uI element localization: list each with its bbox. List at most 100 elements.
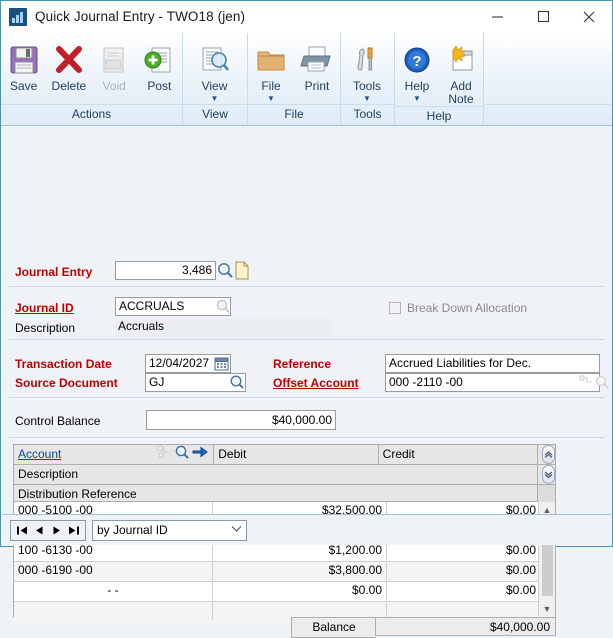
file-button[interactable]: File ▼ (248, 37, 294, 103)
journal-entry-input[interactable]: 3,486 (115, 261, 216, 280)
journal-id-lookup-icon-disabled (214, 298, 232, 318)
double-chevron-up-icon (542, 445, 555, 464)
row-account[interactable] (14, 602, 212, 620)
view-label: View (202, 80, 228, 93)
table-row[interactable]: 000 -6190 -00 $3,800.00 $0.00 (14, 562, 555, 582)
source-document-label: Source Document (15, 376, 118, 390)
chevron-down-icon[interactable]: ▼ (363, 94, 371, 103)
ribbon-group-label-file: File (248, 104, 340, 125)
form-body: Journal Entry 3,486 Break Down Allocatio… (1, 126, 612, 241)
ribbon-group-label-view: View (183, 104, 247, 125)
row-debit[interactable]: $3,800.00 (212, 562, 386, 580)
add-note-button[interactable]: Add Note (439, 37, 483, 106)
reference-label: Reference (273, 357, 331, 371)
journal-id-label[interactable]: Journal ID (15, 301, 74, 315)
break-down-allocation-checkbox[interactable] (389, 302, 401, 317)
divider-4 (9, 437, 604, 438)
sort-by-value: by Journal ID (97, 523, 168, 537)
grid-scroll-down-button[interactable] (537, 465, 555, 484)
control-balance-input[interactable]: $40,000.00 (146, 410, 336, 430)
grid-header-account[interactable]: Account (14, 445, 153, 464)
ribbon-group-label-actions: Actions (1, 104, 182, 125)
grid-account-lookup-icon[interactable] (174, 445, 190, 464)
table-row[interactable]: - - $0.00 $0.00 (14, 582, 555, 602)
nav-first-icon[interactable] (14, 521, 31, 539)
grid-header-description[interactable]: Description (14, 465, 537, 484)
window-title: Quick Journal Entry - TWO18 (jen) (35, 9, 245, 24)
ribbon-group-view: View ▼ View (182, 33, 247, 125)
window-controls (474, 1, 612, 32)
note-document-icon[interactable] (234, 261, 250, 283)
minimize-icon[interactable] (474, 1, 520, 32)
print-button[interactable]: Print (294, 37, 340, 93)
ribbon-group-label-help: Help (395, 106, 483, 126)
nav-next-icon[interactable] (48, 521, 65, 539)
void-label: Void (102, 80, 125, 93)
ribbon-empty-area (483, 33, 612, 125)
grid-header-account-icons (153, 445, 213, 464)
blue-arrow-goto-icon[interactable] (192, 445, 208, 464)
nav-last-icon[interactable] (65, 521, 82, 539)
add-note-icon (445, 40, 477, 80)
grid-header-account-label[interactable]: Account (18, 447, 61, 461)
chevron-down-icon[interactable]: ▼ (413, 94, 421, 103)
row-credit[interactable]: $0.00 (386, 582, 540, 600)
row-debit[interactable]: $0.00 (212, 582, 386, 600)
tools-wrench-screwdriver-icon (351, 40, 383, 80)
chevron-down-icon[interactable]: ▼ (211, 94, 219, 103)
row-credit[interactable]: $0.00 (386, 562, 540, 580)
scroll-down-arrow-icon[interactable]: ▼ (543, 601, 552, 616)
journal-id-label-text: Journal ID (15, 301, 74, 315)
sort-by-select[interactable]: by Journal ID (92, 520, 247, 541)
ribbon-group-tools: Tools ▼ Tools (340, 33, 394, 125)
help-button[interactable]: ? Help ▼ (395, 37, 439, 103)
row-account[interactable]: - - (14, 582, 212, 600)
control-balance-label: Control Balance (15, 414, 100, 428)
source-document-lookup-icon[interactable] (228, 374, 246, 394)
folder-icon (255, 40, 287, 80)
divider-2 (9, 339, 604, 340)
ribbon-group-help: ? Help ▼ Add Note (394, 33, 483, 125)
void-document-icon (97, 40, 131, 80)
tools-label: Tools (353, 80, 381, 93)
grid-header-row-description: Description (14, 465, 555, 485)
balance-label: Balance (291, 617, 376, 638)
post-plus-document-icon (142, 40, 176, 80)
print-label: Print (305, 80, 330, 93)
view-button[interactable]: View ▼ (183, 37, 246, 103)
ribbon-group-label-tools: Tools (341, 104, 394, 125)
delete-button[interactable]: Delete (46, 37, 91, 93)
table-row[interactable]: 100 -6130 -00 $1,200.00 $0.00 (14, 542, 555, 562)
transaction-date-label: Transaction Date (15, 357, 112, 371)
chevron-down-icon[interactable]: ▼ (267, 94, 275, 103)
nav-previous-icon[interactable] (31, 521, 48, 539)
ribbon-empty-label (484, 104, 612, 125)
offset-account-label[interactable]: Offset Account (273, 376, 359, 390)
grid-scroll-up-button[interactable] (537, 445, 555, 464)
row-account[interactable]: 000 -6190 -00 (14, 562, 212, 580)
close-icon[interactable] (566, 1, 612, 32)
calendar-icon[interactable] (214, 356, 229, 374)
save-button[interactable]: Save (1, 37, 46, 93)
expand-tree-icon-disabled (157, 445, 172, 464)
svg-text:?: ? (412, 53, 421, 70)
grid-header-debit[interactable]: Debit (213, 445, 377, 464)
offset-account-lookup-icon-disabled (594, 374, 610, 393)
post-button[interactable]: Post (137, 37, 182, 93)
record-navigation (10, 520, 86, 541)
description-value[interactable]: Accruals (115, 318, 333, 336)
quick-journal-entry-window: Quick Journal Entry - TWO18 (jen) (0, 0, 613, 547)
break-down-allocation-label: Break Down Allocation (407, 301, 527, 315)
grid-header-credit[interactable]: Credit (378, 445, 537, 464)
journal-entry-lookup-icon[interactable] (216, 261, 235, 283)
divider-1 (9, 286, 604, 287)
maximize-icon[interactable] (520, 1, 566, 32)
reference-input[interactable]: Accrued Liabilities for Dec. (385, 354, 600, 373)
grid-header: Account Debit Credit (13, 444, 556, 502)
help-question-icon: ? (402, 40, 432, 80)
offset-account-input[interactable]: 000 -2110 -00 (385, 373, 600, 392)
description-label: Description (15, 321, 75, 335)
file-label: File (261, 80, 280, 93)
tools-button[interactable]: Tools ▼ (341, 37, 393, 103)
void-button: Void (92, 37, 137, 93)
